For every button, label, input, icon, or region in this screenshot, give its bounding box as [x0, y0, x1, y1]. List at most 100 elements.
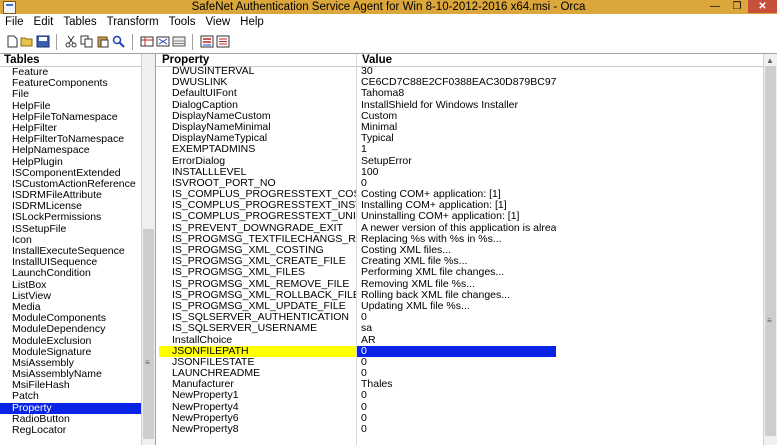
- new-icon[interactable]: [5, 35, 19, 48]
- table-row[interactable]: DialogCaption InstallShield for Windows I…: [156, 100, 764, 111]
- property-cell[interactable]: IS_SQLSERVER_AUTHENTICATION: [172, 312, 356, 323]
- table-row[interactable]: EXEMPTADMINS 1: [156, 144, 764, 155]
- table-row[interactable]: InstallChoice AR: [156, 335, 764, 346]
- table-item[interactable]: ModuleDependency: [0, 324, 155, 335]
- tables-scroll-thumb[interactable]: [143, 229, 154, 439]
- table-item[interactable]: HelpNamespace: [0, 145, 155, 156]
- property-cell[interactable]: NewProperty6: [172, 413, 356, 424]
- property-cell[interactable]: JSONFILESTATE: [172, 357, 356, 368]
- validate-icon[interactable]: [200, 35, 214, 48]
- open-icon[interactable]: [20, 35, 34, 48]
- menu-help[interactable]: Help: [235, 14, 269, 30]
- value-cell[interactable]: Minimal: [361, 122, 556, 133]
- property-cell[interactable]: DisplayNameMinimal: [172, 122, 356, 133]
- table-row[interactable]: Manufacturer Thales: [156, 379, 764, 390]
- value-cell[interactable]: 30: [361, 66, 556, 77]
- copy-icon[interactable]: [80, 35, 94, 48]
- value-cell[interactable]: 0: [361, 424, 556, 435]
- property-cell[interactable]: IS_PROGMSG_XML_UPDATE_FILE: [172, 301, 356, 312]
- property-cell[interactable]: ISVROOT_PORT_NO: [172, 178, 356, 189]
- property-cell[interactable]: IS_PROGMSG_XML_ROLLBACK_FILES: [172, 290, 356, 301]
- table-row[interactable]: DisplayNameMinimal Minimal: [156, 122, 764, 133]
- property-cell[interactable]: InstallChoice: [172, 335, 356, 346]
- value-cell[interactable]: Tahoma8: [361, 88, 556, 99]
- merge-icon[interactable]: [216, 35, 230, 48]
- value-cell[interactable]: AR: [361, 335, 556, 346]
- table-row[interactable]: IS_COMPLUS_PROGRESSTEXT_UNINSTALL Uninsta…: [156, 211, 764, 222]
- property-cell[interactable]: DialogCaption: [172, 100, 356, 111]
- value-cell[interactable]: SetupError: [361, 156, 556, 167]
- value-cell[interactable]: Uninstalling COM+ application: [1]: [361, 211, 556, 222]
- value-cell[interactable]: Creating XML file %s...: [361, 256, 556, 267]
- property-cell[interactable]: DefaultUIFont: [172, 88, 356, 99]
- property-cell[interactable]: IS_COMPLUS_PROGRESSTEXT_COST: [172, 189, 356, 200]
- minimize-button[interactable]: —: [704, 0, 726, 13]
- value-cell[interactable]: Costing COM+ application: [1]: [361, 189, 556, 200]
- value-cell[interactable]: 0: [357, 345, 556, 357]
- property-cell[interactable]: NewProperty1: [172, 390, 356, 401]
- table-row[interactable]: JSONFILESTATE 0: [156, 357, 764, 368]
- table-item[interactable]: File: [0, 89, 155, 100]
- table-item[interactable]: Patch: [0, 391, 155, 402]
- value-cell[interactable]: Thales: [361, 379, 556, 390]
- table-row[interactable]: IS_PROGMSG_XML_ROLLBACK_FILES Rolling bac…: [156, 290, 764, 301]
- table-row[interactable]: DisplayNameTypical Typical: [156, 133, 764, 144]
- value-cell[interactable]: 1: [361, 144, 556, 155]
- value-cell[interactable]: 100: [361, 167, 556, 178]
- maximize-button[interactable]: ❐: [726, 0, 748, 13]
- property-cell[interactable]: LAUNCHREADME: [172, 368, 356, 379]
- tables-scrollbar[interactable]: ≡: [141, 54, 155, 445]
- menu-tools[interactable]: Tools: [164, 14, 201, 30]
- value-cell[interactable]: Updating XML file %s...: [361, 301, 556, 312]
- property-cell[interactable]: IS_PREVENT_DOWNGRADE_EXIT: [172, 223, 356, 234]
- scroll-up-arrow-icon[interactable]: ▲: [766, 56, 774, 65]
- close-button[interactable]: ✕: [748, 0, 777, 13]
- menu-view[interactable]: View: [200, 14, 235, 30]
- table-add-icon[interactable]: [140, 35, 154, 48]
- property-cell[interactable]: JSONFILEPATH: [159, 345, 356, 357]
- table-row[interactable]: DWUSINTERVAL 30: [156, 66, 764, 77]
- property-cell[interactable]: IS_SQLSERVER_USERNAME: [172, 323, 356, 334]
- table-row[interactable]: IS_COMPLUS_PROGRESSTEXT_COST Costing COM+…: [156, 189, 764, 200]
- table-item[interactable]: ISLockPermissions: [0, 212, 155, 223]
- table-row[interactable]: IS_COMPLUS_PROGRESSTEXT_INSTALL Installin…: [156, 200, 764, 211]
- table-row[interactable]: IS_PROGMSG_TEXTFILECHANGS_REPLACE Replaci…: [156, 234, 764, 245]
- property-cell[interactable]: DisplayNameTypical: [172, 133, 356, 144]
- property-cell[interactable]: IS_PROGMSG_XML_COSTING: [172, 245, 356, 256]
- grid-scroll-thumb[interactable]: [765, 66, 776, 436]
- grid-scrollbar[interactable]: ▲ ≡: [763, 54, 777, 445]
- value-cell[interactable]: sa: [361, 323, 556, 334]
- value-cell[interactable]: Typical: [361, 133, 556, 144]
- property-cell[interactable]: IS_COMPLUS_PROGRESSTEXT_UNINSTALL: [172, 211, 356, 222]
- table-row[interactable]: ISVROOT_PORT_NO 0: [156, 178, 764, 189]
- table-item[interactable]: LaunchCondition: [0, 268, 155, 279]
- property-cell[interactable]: IS_PROGMSG_XML_CREATE_FILE: [172, 256, 356, 267]
- table-row[interactable]: IS_SQLSERVER_AUTHENTICATION 0: [156, 312, 764, 323]
- menu-transform[interactable]: Transform: [102, 14, 164, 30]
- table-row[interactable]: NewProperty8 0: [156, 424, 764, 435]
- table-row[interactable]: LAUNCHREADME 0: [156, 368, 764, 379]
- value-cell[interactable]: InstallShield for Windows Installer: [361, 100, 556, 111]
- value-cell[interactable]: 0: [361, 413, 556, 424]
- table-row[interactable]: NewProperty1 0: [156, 390, 764, 401]
- property-cell[interactable]: DisplayNameCustom: [172, 111, 356, 122]
- property-cell[interactable]: DWUSINTERVAL: [172, 66, 356, 77]
- table-row[interactable]: DisplayNameCustom Custom: [156, 111, 764, 122]
- value-cell[interactable]: 0: [361, 402, 556, 413]
- table-row[interactable]: IS_PROGMSG_XML_CREATE_FILE Creating XML f…: [156, 256, 764, 267]
- table-row[interactable]: INSTALLLEVEL 100: [156, 167, 764, 178]
- value-cell[interactable]: 0: [361, 178, 556, 189]
- table-item[interactable]: HelpPlugin: [0, 156, 155, 168]
- menu-edit[interactable]: Edit: [29, 14, 59, 30]
- table-row[interactable]: IS_PROGMSG_XML_COSTING Costing XML files.…: [156, 245, 764, 256]
- table-item[interactable]: ModuleExclusion: [0, 335, 155, 347]
- column-header-value[interactable]: Value: [362, 54, 392, 66]
- table-row[interactable]: IS_PROGMSG_XML_FILES Performing XML file …: [156, 267, 764, 278]
- menu-file[interactable]: File: [0, 14, 29, 30]
- property-cell[interactable]: IS_PROGMSG_XML_REMOVE_FILE: [172, 279, 356, 290]
- table-item[interactable]: RegLocator: [0, 424, 155, 436]
- cut-icon[interactable]: [64, 35, 78, 48]
- property-cell[interactable]: NewProperty8: [172, 424, 356, 435]
- value-cell[interactable]: Performing XML file changes...: [361, 267, 556, 278]
- property-cell[interactable]: EXEMPTADMINS: [172, 144, 356, 155]
